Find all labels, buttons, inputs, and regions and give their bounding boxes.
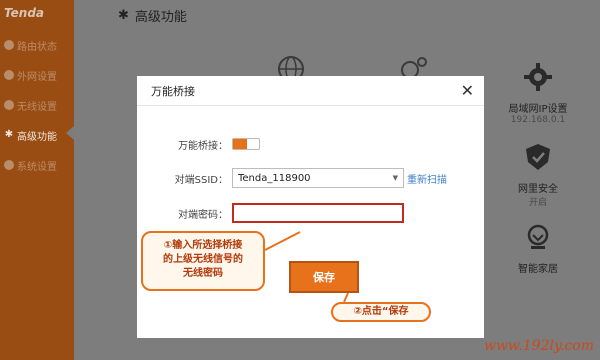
callout-click-save: ②点击“保存 [331,302,431,322]
callout-pointers [264,231,349,303]
callout-line: 的上级无线信号的 [163,254,243,265]
watermark: www.192ly.com [484,338,594,354]
callout-line: 无线密码 [183,268,223,279]
callout-enter-password: ①输入所选择桥接 的上级无线信号的 无线密码 [141,231,265,291]
pointer-line-2 [343,292,349,303]
pointer-line-1 [264,231,301,251]
callout-line: ①输入所选择桥接 [163,240,243,251]
